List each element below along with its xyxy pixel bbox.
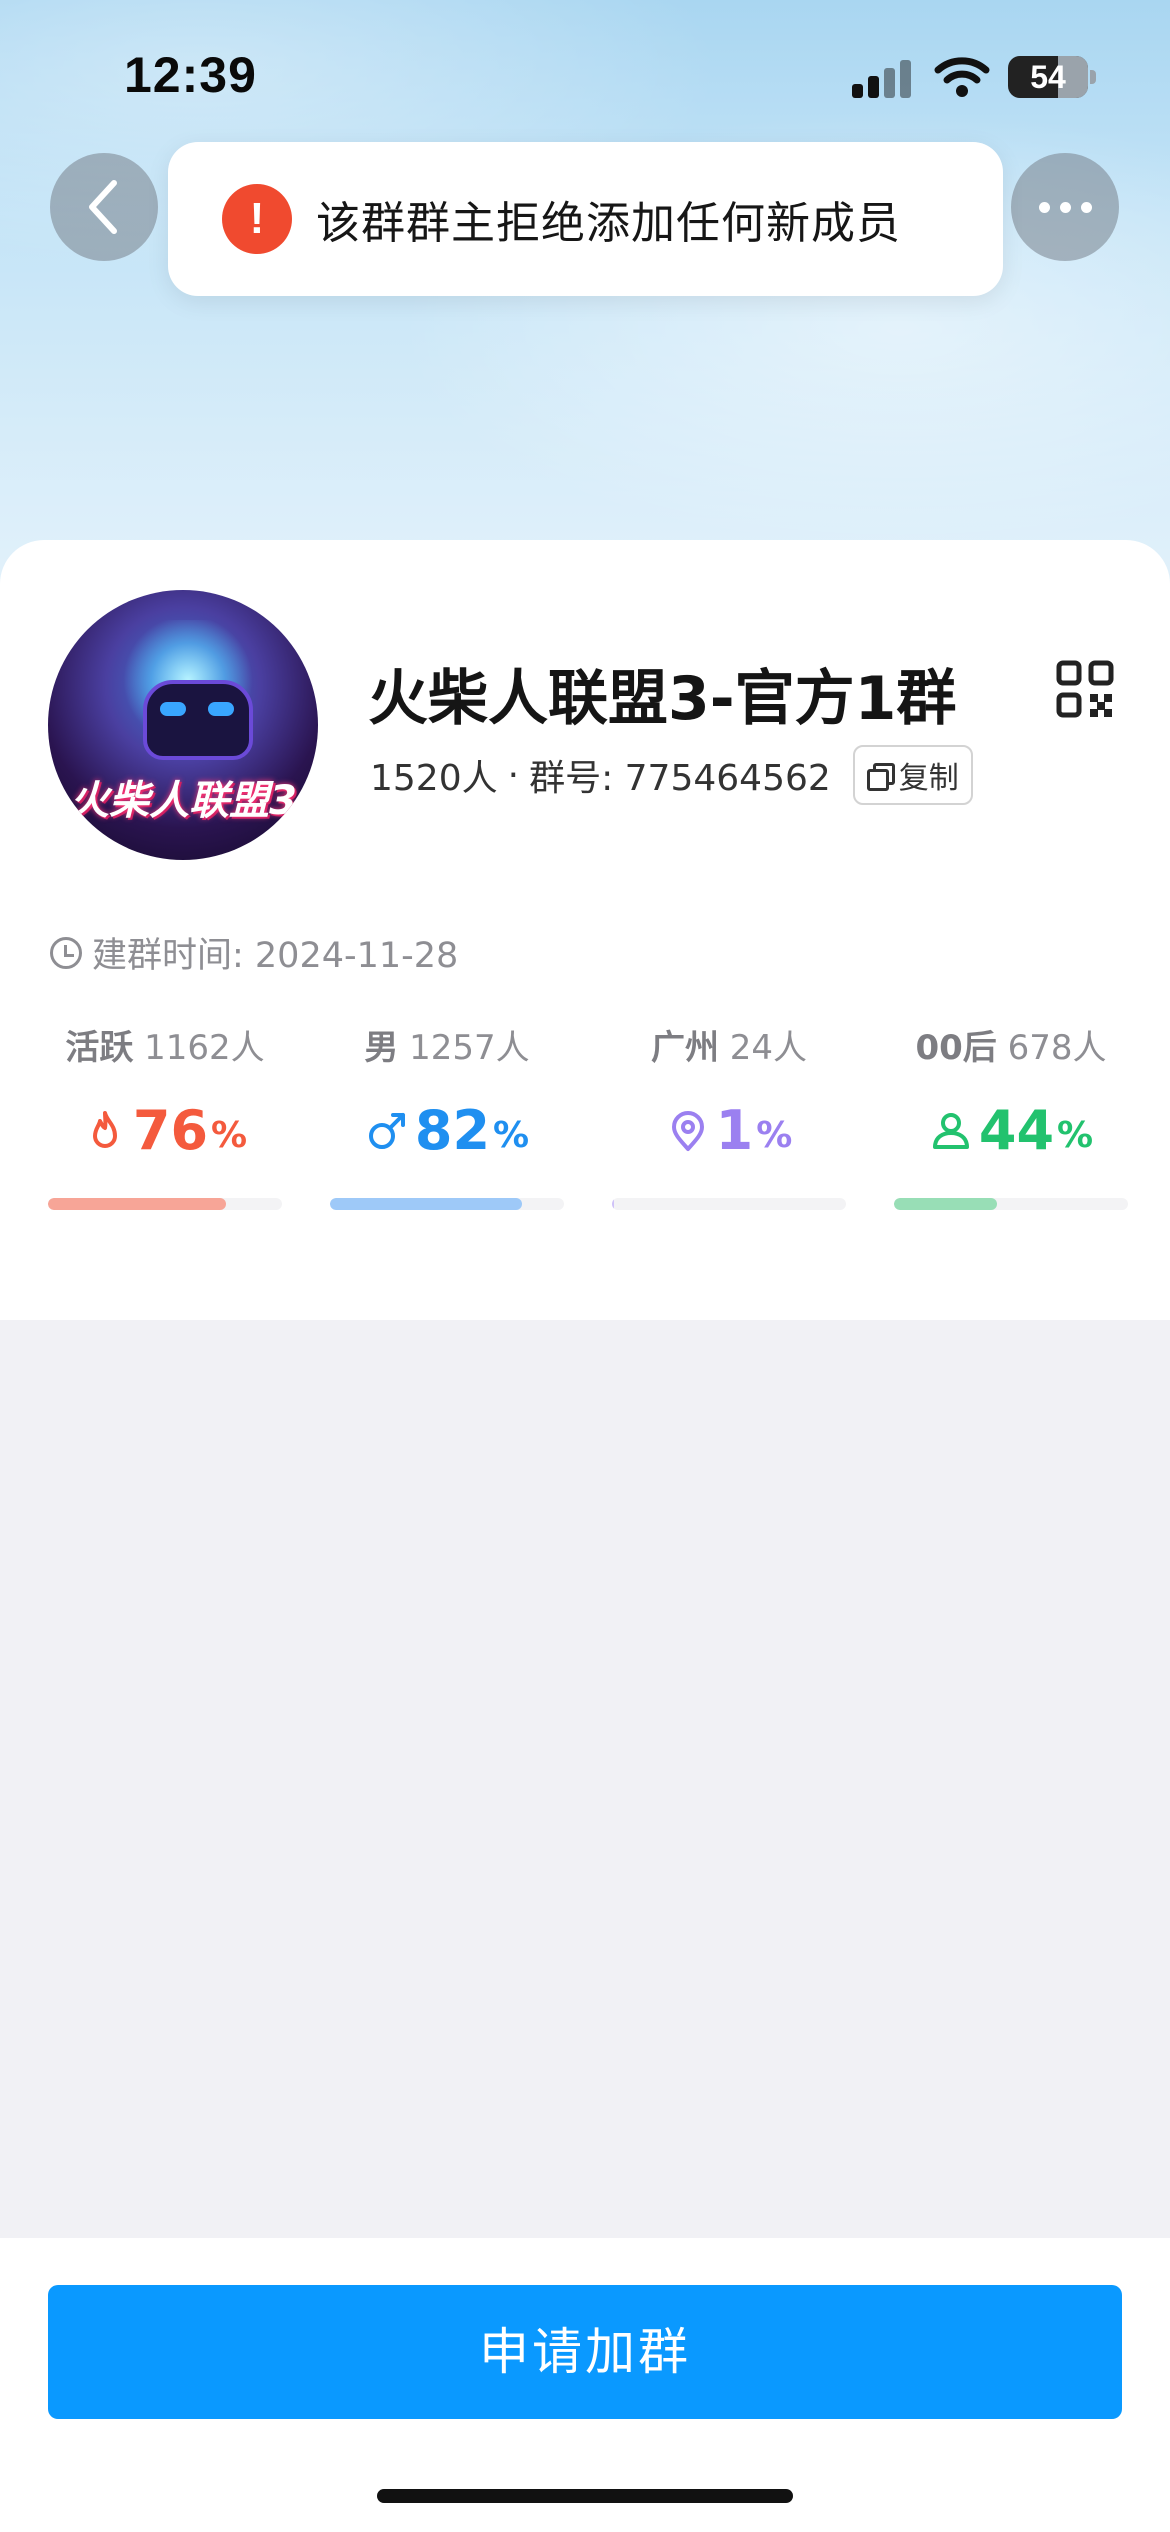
chevron-left-icon (89, 180, 117, 234)
wifi-icon (934, 57, 990, 97)
stat-value: 76% (48, 1099, 282, 1162)
stat-value: 82% (330, 1099, 564, 1162)
stat-label: 广州 24人 (650, 1028, 808, 1068)
stat-value: 1% (612, 1099, 846, 1162)
copy-label: 复制 (898, 761, 959, 796)
copy-group-id-button[interactable]: 复制 (852, 745, 973, 805)
group-id: 群号: 775464562 (529, 758, 831, 799)
error-exclamation-icon: ! (222, 184, 292, 254)
group-avatar[interactable]: 火柴人联盟3 (48, 590, 318, 860)
status-time: 12:39 (124, 47, 257, 103)
member-count: 1520人 (370, 758, 498, 799)
stat-male: 男 1257人 82% (330, 1020, 564, 1162)
stat-location: 广州 24人 1% (612, 1020, 846, 1162)
group-name: 火柴人联盟3-官方1群 (368, 664, 957, 734)
stat-label: 00后 678人 (915, 1028, 1107, 1068)
stat-bar-fill (330, 1198, 522, 1210)
stat-label: 男 1257人 (364, 1028, 530, 1068)
stat-value: 44% (894, 1099, 1128, 1162)
group-meta: 1520人 · 群号: 775464562 复制 (370, 745, 973, 805)
stat-bar-location (612, 1198, 846, 1210)
battery-level: 54 (1030, 59, 1066, 95)
flame-icon (92, 1110, 117, 1148)
status-bar: 12:39 54 (0, 0, 1170, 150)
stat-age: 00后 678人 44% (894, 1020, 1128, 1162)
apply-join-button[interactable]: 申请加群 (48, 2285, 1122, 2419)
stat-bar-male (330, 1198, 564, 1210)
more-button[interactable] (1011, 153, 1119, 261)
toast-message: 该群群主拒绝添加任何新成员 (316, 198, 901, 249)
person-icon (932, 1112, 969, 1149)
qr-code-icon[interactable] (1056, 660, 1114, 718)
signal-icon (852, 58, 914, 98)
created-label: 建群时间: 2024-11-28 (92, 936, 459, 976)
stat-bar-fill (894, 1198, 997, 1210)
back-button[interactable] (50, 153, 158, 261)
male-icon (368, 1112, 405, 1149)
stat-bar-fill (48, 1198, 226, 1210)
meta-separator: · (507, 754, 520, 796)
error-toast: ! 该群群主拒绝添加任何新成员 (168, 142, 1003, 296)
more-dots-icon (1034, 201, 1097, 213)
battery-nub (1090, 70, 1096, 84)
copy-icon (866, 763, 895, 791)
battery-icon: 54 (1008, 56, 1088, 98)
avatar-logo-text: 火柴人联盟3 (69, 778, 297, 824)
created-date: 建群时间: 2024-11-28 (50, 927, 458, 978)
location-pin-icon (671, 1110, 704, 1151)
home-indicator[interactable] (377, 2489, 793, 2503)
stat-active: 活跃 1162人 76% (48, 1020, 282, 1162)
stat-bar-age (894, 1198, 1128, 1210)
clock-icon (50, 936, 82, 969)
stat-label: 活跃 1162人 (65, 1028, 265, 1068)
stat-bar-active (48, 1198, 282, 1210)
